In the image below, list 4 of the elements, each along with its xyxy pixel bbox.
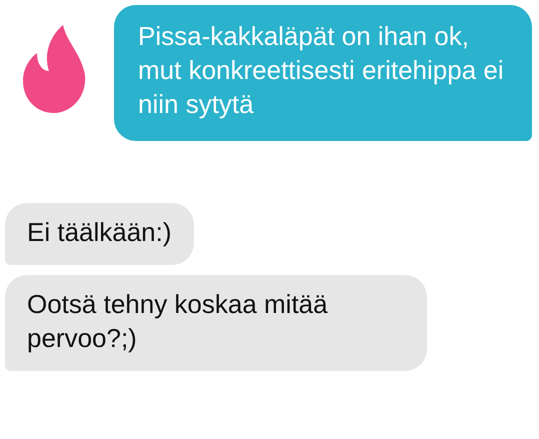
received-message: Ootsä tehny koskaa mitää pervoo?;) [5,275,427,371]
received-message: Ei täälkään:) [5,203,194,265]
sent-message: Pissa-kakkaläpät on ihan ok, mut konkreettisesti eritehippa ei niin sytytä [114,5,532,141]
flame-icon [23,23,87,113]
